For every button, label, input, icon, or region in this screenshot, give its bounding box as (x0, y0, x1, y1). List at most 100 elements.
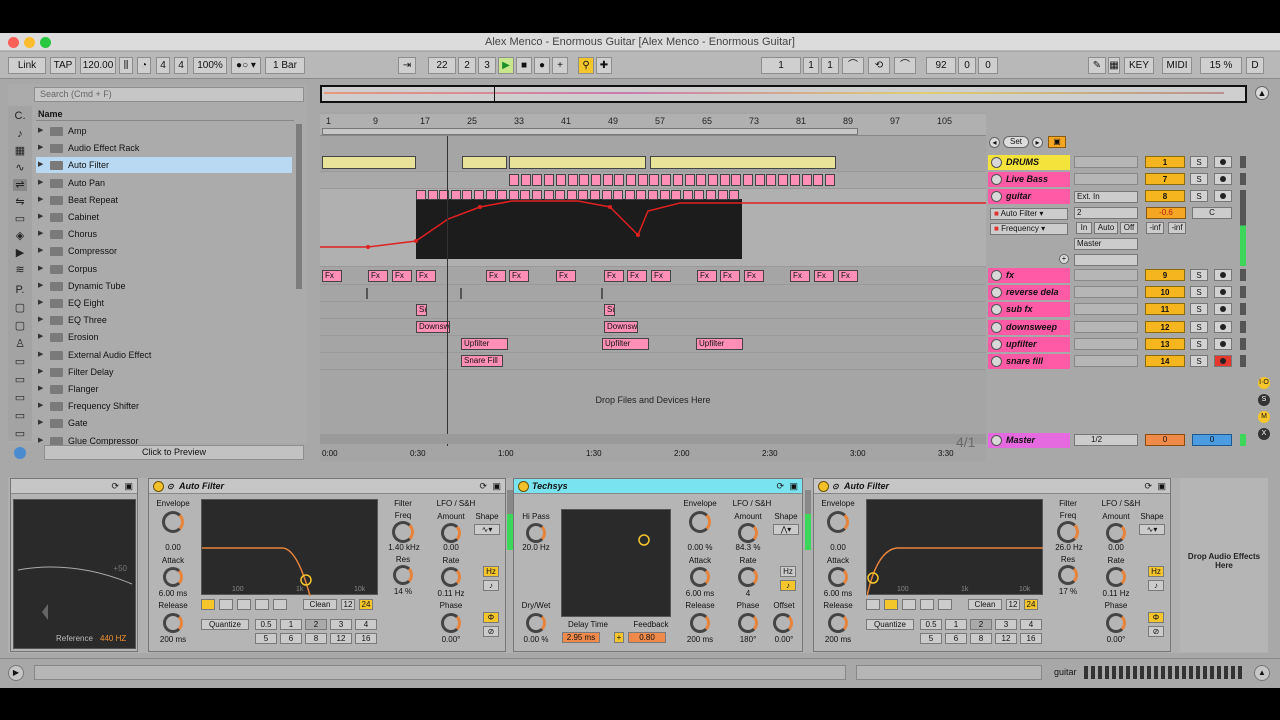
rate-sync-icon[interactable]: ♪ (483, 580, 499, 591)
link-button[interactable]: Link (8, 57, 46, 74)
browser-item[interactable]: ▶ Dynamic Tube (36, 278, 292, 294)
upfilter-clip[interactable]: Upfilter (602, 338, 649, 350)
bandpass-icon[interactable] (902, 599, 916, 610)
device-drop-zone[interactable]: Drop Audio Effects Here (1180, 478, 1268, 652)
lfo-shape-chooser[interactable]: ⋀▾ (773, 524, 799, 535)
morph-icon[interactable] (273, 599, 287, 610)
downsweep-clip[interactable]: Downsw (604, 321, 638, 333)
lfo-rate-knob[interactable] (1106, 567, 1126, 587)
quantize-value-button[interactable]: 2 (305, 619, 327, 630)
fold-icon[interactable] (991, 322, 1002, 333)
browser-item[interactable]: ▶ EQ Three (36, 312, 292, 328)
send-b[interactable]: -inf (1168, 222, 1186, 234)
lfo-amount-knob[interactable] (738, 523, 758, 543)
fx-clip[interactable]: Fx (392, 270, 412, 282)
slope-24-button[interactable]: 24 (1024, 599, 1038, 610)
solo-button[interactable]: S (1190, 338, 1208, 350)
lane-downsweep[interactable]: Downsw Downsw (320, 319, 986, 336)
fold-icon[interactable] (991, 339, 1002, 350)
expand-arrow-icon[interactable]: ▶ (38, 175, 43, 191)
expand-arrow-icon[interactable]: ▶ (38, 398, 43, 414)
automation-arm-icon[interactable]: ⚲ (578, 57, 594, 74)
hipass-knob[interactable] (526, 523, 546, 543)
live-bass-clip[interactable] (813, 174, 824, 186)
live-bass-clip[interactable] (719, 174, 730, 186)
fx-clip[interactable]: Fx (368, 270, 388, 282)
live-bass-clip[interactable] (778, 174, 789, 186)
browser-item[interactable]: ▶ Flanger (36, 381, 292, 397)
browser-item[interactable]: ▶ Auto Filter (36, 157, 292, 174)
track-activator[interactable]: 9 (1145, 269, 1185, 281)
folder-icon[interactable]: ▭ (13, 374, 27, 386)
rate-hz-button[interactable]: Hz (483, 566, 499, 577)
upfilter-clip[interactable]: Upfilter (461, 338, 508, 350)
track-volume[interactable]: -0.6 (1146, 207, 1186, 219)
expand-arrow-icon[interactable]: ▶ (38, 347, 43, 363)
lane-fx[interactable]: Fx Fx Fx Fx Fx Fx Fx Fx Fx Fx Fx Fx Fx Fx Fx Fx (320, 267, 986, 285)
monitor-auto-button[interactable]: Auto (1094, 222, 1118, 234)
release-knob[interactable] (690, 613, 710, 633)
track-header[interactable]: downsweep (988, 320, 1070, 335)
arm-button[interactable] (1214, 338, 1232, 350)
arm-button[interactable] (1214, 355, 1232, 367)
track-activator[interactable]: 7 (1145, 173, 1185, 185)
master-pan[interactable]: 0 (1192, 434, 1232, 446)
live-bass-clip[interactable] (590, 174, 601, 186)
live-bass-clip[interactable] (614, 174, 625, 186)
record-icon[interactable]: ● (534, 57, 550, 74)
browser-column-header[interactable]: Name (36, 108, 294, 121)
expand-arrow-icon[interactable]: ▶ (38, 433, 43, 449)
loop-length-bar[interactable]: 92 (926, 57, 956, 74)
live-bass-clip[interactable] (672, 174, 683, 186)
track-pan[interactable]: C (1192, 207, 1232, 219)
filter-circuit-chooser[interactable]: Clean (968, 599, 1002, 610)
lowpass-icon[interactable] (866, 599, 880, 610)
attack-knob[interactable] (163, 567, 183, 587)
fx-clip[interactable]: Fx (509, 270, 529, 282)
lowpass-icon[interactable] (201, 599, 215, 610)
tempo-field[interactable]: 120.00 (80, 57, 116, 74)
loop-brace[interactable] (322, 128, 858, 135)
minimize-window-icon[interactable] (24, 37, 35, 48)
expand-arrow-icon[interactable]: ▶ (38, 243, 43, 259)
live-bass-clip[interactable] (509, 174, 519, 186)
draw-mode-icon[interactable]: ✎ (1088, 57, 1106, 74)
expand-arrow-icon[interactable]: ▶ (38, 123, 43, 139)
track-io-slot[interactable] (1074, 156, 1138, 168)
device-options-icon[interactable]: ⟳ (111, 481, 119, 492)
track-io-slot[interactable] (1074, 338, 1138, 350)
stop-icon[interactable]: ■ (516, 57, 532, 74)
add-icon[interactable]: + (552, 57, 568, 74)
track-header[interactable]: fx (988, 268, 1070, 283)
fx-clip[interactable]: Fx (838, 270, 858, 282)
mixer-toggle-icon[interactable]: M (1258, 411, 1270, 423)
quantize-value-button[interactable]: 3 (995, 619, 1017, 630)
lane-upfilter[interactable]: Upfilter Upfilter Upfilter (320, 336, 986, 353)
fx-clip[interactable]: Fx (744, 270, 764, 282)
track-header[interactable]: Live Bass (988, 172, 1070, 187)
live-bass-clip[interactable] (544, 174, 555, 186)
device-fold-icon[interactable]: ⊙ (832, 479, 839, 494)
lfo-rate-knob[interactable] (441, 567, 461, 587)
automation-parameter-chooser[interactable]: ■ Frequency ▾ (990, 223, 1068, 235)
slope-12-button[interactable]: 12 (1006, 599, 1020, 610)
plugins-icon[interactable]: ◈ (13, 230, 27, 242)
live-bass-clip[interactable] (743, 174, 753, 186)
expand-arrow-icon[interactable]: ▶ (38, 415, 43, 431)
key-map-button[interactable]: KEY (1124, 57, 1154, 74)
arm-button[interactable] (1214, 173, 1232, 185)
arrangement-overview[interactable] (320, 85, 1247, 103)
device-options-icon[interactable]: ⟳ (1144, 481, 1152, 492)
filter-graph[interactable]: 100 1k 10k (866, 499, 1043, 597)
live-bass-clip[interactable] (567, 174, 578, 186)
meter-denominator[interactable]: 4 (174, 57, 188, 74)
live-bass-clip[interactable] (520, 174, 531, 186)
drums-icon[interactable]: ▦ (13, 145, 27, 157)
browser-item[interactable]: ▶ Amp (36, 123, 292, 139)
sounds-icon[interactable]: ♪ (13, 128, 27, 140)
io-toggle-icon[interactable]: I·O (1258, 377, 1270, 389)
follow-icon[interactable]: ⇥ (398, 57, 416, 74)
computer-keyboard-icon[interactable]: ▦ (1108, 57, 1120, 74)
envelope-knob[interactable] (689, 511, 711, 533)
sends-toggle-icon[interactable]: S (1258, 394, 1270, 406)
